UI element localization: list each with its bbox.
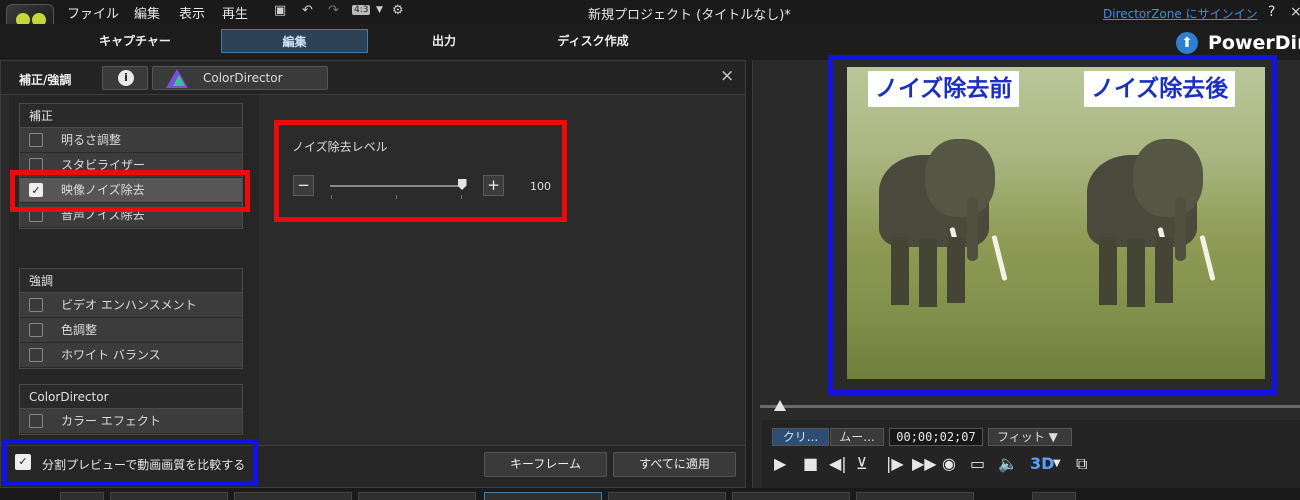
apply-all-button[interactable]: すべてに適用 [613, 452, 736, 477]
fast-forward-icon[interactable]: ▶▶ [912, 454, 937, 473]
zoom-fit-dropdown[interactable]: フィット ▼ [988, 428, 1072, 446]
playhead-thumb[interactable] [774, 400, 786, 411]
option-label: ビデオ エンハンスメント [61, 298, 197, 312]
toolbar-tab[interactable] [856, 492, 974, 500]
option-label: 色調整 [61, 323, 98, 337]
clip-mode-button[interactable]: クリ... [772, 428, 829, 446]
stop-icon[interactable]: ■ [803, 454, 818, 473]
option-label: ホワイト バランス [61, 348, 161, 362]
checkbox[interactable] [29, 323, 43, 337]
aspect-dropdown-icon[interactable]: ▼ [376, 5, 383, 15]
snapshot-camera-icon[interactable]: ◉ [942, 454, 956, 473]
mode-tab-edit[interactable]: 編集 [221, 29, 368, 53]
toolbar-tab[interactable] [732, 492, 850, 500]
volume-icon[interactable]: 🔈 [998, 454, 1018, 473]
toolbar-tab[interactable] [358, 492, 476, 500]
redo-icon[interactable]: ↷ [328, 3, 339, 18]
keyframe-button[interactable]: キーフレーム [484, 452, 607, 477]
colordirector-button[interactable]: ColorDirector [152, 66, 328, 90]
window-title: 新規プロジェクト (タイトルなし)* [588, 8, 791, 23]
display-icon[interactable]: ▭ [970, 454, 985, 473]
3d-mode-icon[interactable]: 3D [1030, 454, 1054, 473]
menu-view[interactable]: 表示 [179, 3, 205, 22]
colordirector-button-label: ColorDirector [203, 71, 283, 85]
toolbar-tab[interactable] [60, 492, 104, 500]
aspect-ratio-badge[interactable]: 4:3 [352, 5, 371, 15]
toolbar-tab[interactable] [110, 492, 228, 500]
mode-tab-output[interactable]: 出力 [420, 29, 468, 53]
mode-tab-capture[interactable]: キャプチャー [95, 29, 175, 53]
undo-icon[interactable]: ↶ [302, 3, 313, 18]
toolbar-tab[interactable] [234, 492, 352, 500]
upgrade-arrow-icon[interactable]: ⬆ [1176, 32, 1198, 54]
menu-playback[interactable]: 再生 [222, 3, 248, 22]
option-color-effect[interactable]: カラー エフェクト [20, 409, 242, 434]
split-icon[interactable]: ⊻ [856, 454, 868, 473]
timecode-display[interactable]: 00;00;02;07 [889, 428, 983, 446]
movie-mode-button[interactable]: ムー... [830, 428, 884, 446]
checkbox[interactable] [29, 348, 43, 362]
highlight-box-blue [2, 439, 258, 486]
help-icon[interactable]: ? [1268, 4, 1275, 20]
brand-logo: PowerDir [1208, 32, 1300, 54]
save-icon[interactable]: ▣ [274, 3, 286, 18]
group-colordirector: ColorDirector カラー エフェクト [19, 384, 243, 435]
settings-gear-icon[interactable]: ⚙ [392, 3, 404, 18]
play-icon[interactable]: ▶ [774, 454, 786, 473]
group-header-enhance: 強調 [20, 269, 242, 293]
highlight-box-blue [828, 55, 1277, 395]
option-video-enhancement[interactable]: ビデオ エンハンスメント [20, 293, 242, 318]
menu-edit[interactable]: 編集 [134, 3, 160, 22]
checkbox[interactable] [29, 414, 43, 428]
3d-dropdown-icon[interactable]: ▼ [1053, 458, 1061, 469]
checkbox[interactable] [29, 298, 43, 312]
option-white-balance[interactable]: ホワイト バランス [20, 343, 242, 368]
window-close-icon[interactable]: × [1290, 4, 1300, 20]
panel-header: 補正/強調 i ColorDirector × [1, 61, 745, 95]
prev-frame-icon[interactable]: ◀| [829, 454, 847, 473]
timeline-scrubber[interactable] [760, 405, 1300, 408]
undock-preview-icon[interactable]: ⧉ [1076, 454, 1087, 474]
option-label: 明るさ調整 [61, 133, 122, 147]
highlight-box-red [274, 120, 567, 222]
panel-title: 補正/強調 [19, 73, 72, 87]
category-column: 補正 明るさ調整 スタビライザー ✓ 映像ノイズ除去 音声ノイズ除去 強調 ビデオ… [9, 95, 259, 445]
highlight-box-red [10, 170, 250, 212]
toolbar-tab[interactable] [1032, 492, 1076, 500]
menu-file[interactable]: ファイル [67, 3, 119, 22]
info-button[interactable]: i [102, 66, 148, 90]
toolbar-tab[interactable] [484, 492, 602, 500]
option-brightness[interactable]: 明るさ調整 [20, 128, 242, 153]
panel-close-icon[interactable]: × [720, 66, 734, 86]
group-enhance: 強調 ビデオ エンハンスメント 色調整 ホワイト バランス [19, 268, 243, 369]
option-label: カラー エフェクト [61, 414, 161, 428]
group-header-colordirector: ColorDirector [20, 385, 242, 409]
group-header-correction: 補正 [20, 104, 242, 128]
info-icon: i [118, 70, 134, 86]
next-frame-icon[interactable]: |▶ [886, 454, 904, 473]
option-color-adjust[interactable]: 色調整 [20, 318, 242, 343]
mode-tab-disc[interactable]: ディスク作成 [555, 29, 631, 53]
checkbox[interactable] [29, 133, 43, 147]
toolbar-tab[interactable] [608, 492, 726, 500]
directorzone-signin-link[interactable]: DirectorZone にサインイン [1103, 5, 1258, 22]
